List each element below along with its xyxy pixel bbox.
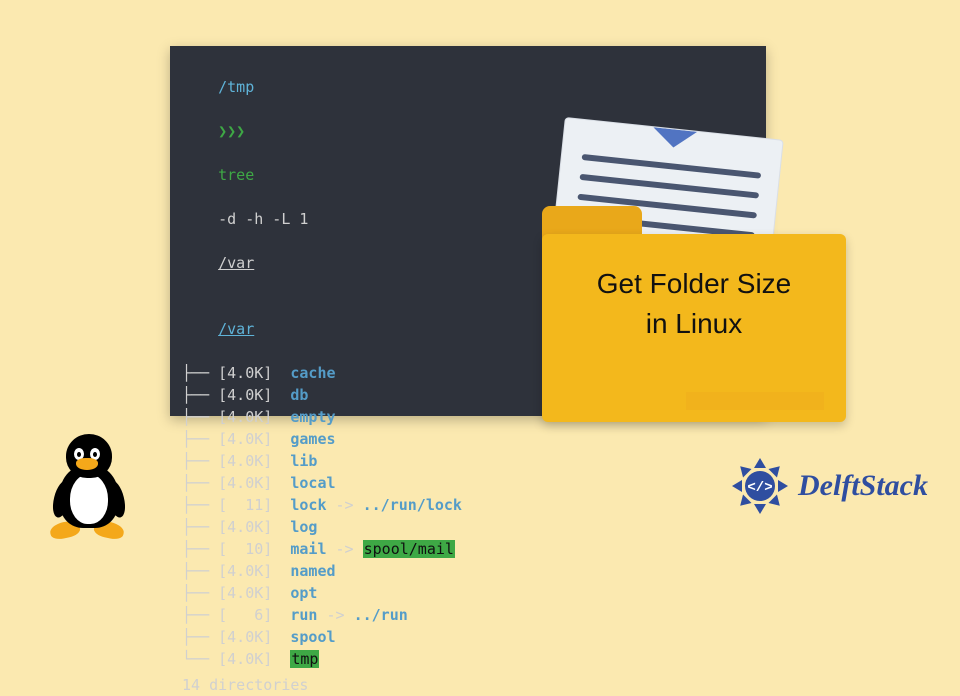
tree-row: ├── [4.0K] named <box>182 560 754 582</box>
tree-row: ├── [4.0K] log <box>182 516 754 538</box>
tree-row: ├── [ 11] lock -> ../run/lock <box>182 494 754 516</box>
svg-text:</>: </> <box>747 480 772 496</box>
tree-summary: 14 directories <box>182 674 754 696</box>
brand-logo: </> DelftStack <box>730 456 928 516</box>
tree-row: ├── [ 6] run -> ../run <box>182 604 754 626</box>
tree-row: ├── [4.0K] games <box>182 428 754 450</box>
tree-row: ├── [4.0K] lib <box>182 450 754 472</box>
tree-row: ├── [4.0K] opt <box>182 582 754 604</box>
tree-row: └── [4.0K] tmp <box>182 648 754 670</box>
tux-icon <box>42 430 136 538</box>
progress-bar <box>686 392 824 410</box>
prompt-command: tree <box>218 166 254 184</box>
brand-name: DelftStack <box>798 469 928 503</box>
prompt-arg-path: /var <box>218 254 254 272</box>
folder-title: Get Folder Size in Linux <box>542 264 846 344</box>
prompt-args: -d -h -L 1 <box>218 210 308 228</box>
tree-row: ├── [ 10] mail -> spool/mail <box>182 538 754 560</box>
tree-row: ├── [4.0K] local <box>182 472 754 494</box>
prompt-angles: ❯❯❯ <box>218 122 245 140</box>
folder-icon: Get Folder Size in Linux <box>542 206 846 422</box>
tree-row: ├── [4.0K] spool <box>182 626 754 648</box>
prompt-cwd: /tmp <box>218 78 254 96</box>
brand-icon: </> <box>730 456 790 516</box>
